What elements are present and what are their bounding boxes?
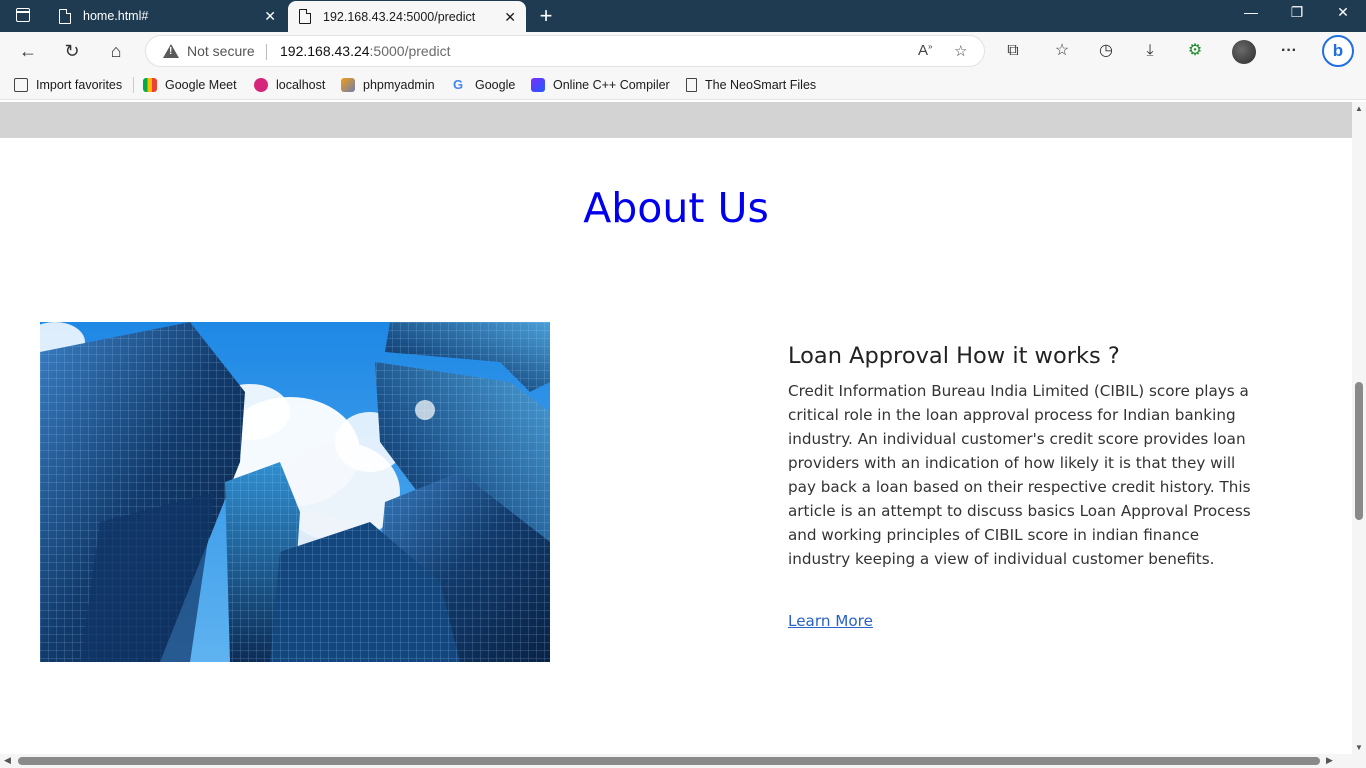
page-icon — [299, 9, 311, 24]
divider — [133, 77, 134, 93]
close-icon[interactable]: ✕ — [264, 8, 276, 25]
refresh-icon[interactable]: ↻ — [60, 40, 84, 62]
bookmark-label: Import favorites — [36, 78, 123, 92]
tab-predict[interactable]: 192.168.43.24:5000/predict ✕ — [288, 1, 526, 32]
phpmyadmin-icon — [341, 78, 355, 92]
bookmark-label: Online C++ Compiler — [553, 78, 670, 92]
divider — [266, 44, 267, 60]
more-menu-icon[interactable]: ··· — [1277, 39, 1301, 63]
bookmark-import-favorites[interactable]: Import favorites — [14, 77, 122, 93]
page-icon — [686, 78, 697, 92]
bookmark-phpmyadmin[interactable]: phpmyadmin — [341, 77, 435, 93]
scrollbar-thumb[interactable] — [1355, 382, 1363, 520]
warning-icon[interactable] — [163, 44, 179, 58]
bookmark-localhost[interactable]: localhost — [254, 77, 325, 93]
address-bar[interactable]: Not secure 192.168.43.24:5000/predict A»… — [145, 35, 985, 67]
tab-home[interactable]: home.html# ✕ — [48, 0, 286, 32]
home-icon[interactable]: ⌂ — [104, 40, 128, 62]
url-text[interactable]: 192.168.43.24:5000/predict — [280, 43, 450, 59]
bookmarks-bar: Import favorites Google Meet localhost p… — [0, 70, 1366, 100]
read-aloud-icon[interactable]: A» — [918, 42, 932, 59]
downloads-icon[interactable]: ⤓ — [1138, 39, 1162, 63]
google-meet-icon — [143, 78, 157, 92]
performance-icon[interactable]: ⚙ — [1183, 39, 1207, 63]
scroll-left-icon[interactable]: ◀ — [4, 755, 11, 766]
favorites-icon[interactable]: ☆ — [1050, 39, 1074, 63]
scroll-right-icon[interactable]: ▶ — [1326, 755, 1333, 766]
scrollbar-thumb[interactable] — [18, 757, 1320, 765]
import-icon — [14, 78, 28, 92]
url-host: 192.168.43.24 — [280, 43, 370, 59]
avatar[interactable] — [1232, 40, 1256, 64]
close-window-button[interactable]: ✕ — [1328, 4, 1358, 21]
header-strip — [0, 102, 1352, 138]
wamp-icon — [254, 78, 268, 92]
page-content: About Us Loan Approval How it works ? Cr… — [0, 102, 1352, 754]
section-heading: Loan Approval How it works ? — [788, 343, 1120, 369]
extensions-icon[interactable]: ⧉ — [1001, 39, 1025, 63]
section-description: Credit Information Bureau India Limited … — [788, 382, 1251, 568]
add-favorite-icon[interactable]: ☆ — [954, 42, 967, 60]
tab-actions-icon[interactable] — [10, 6, 38, 26]
bookmark-neosmart-files[interactable]: The NeoSmart Files — [686, 77, 816, 93]
vertical-scrollbar[interactable]: ▲ ▼ — [1352, 102, 1366, 754]
bookmark-label: phpmyadmin — [363, 78, 435, 92]
security-status[interactable]: Not secure — [187, 43, 255, 59]
bookmark-label: The NeoSmart Files — [705, 78, 817, 92]
bookmark-label: Google — [475, 78, 516, 92]
skyscrapers-image — [40, 322, 550, 662]
back-icon[interactable]: ← — [16, 40, 40, 62]
url-path: :5000/predict — [369, 43, 451, 59]
restore-button[interactable]: ❐ — [1282, 4, 1312, 21]
scroll-down-icon[interactable]: ▼ — [1355, 743, 1363, 752]
bookmark-label: Google Meet — [165, 78, 237, 92]
scroll-up-icon[interactable]: ▲ — [1355, 104, 1363, 113]
compiler-icon — [531, 78, 545, 92]
horizontal-scrollbar[interactable]: ◀ ▶ — [0, 754, 1366, 768]
browser-titlebar: home.html# ✕ 192.168.43.24:5000/predict … — [0, 0, 1366, 32]
learn-more-link[interactable]: Learn More — [788, 612, 873, 630]
bookmark-google-meet[interactable]: Google Meet — [143, 77, 237, 93]
bing-chat-icon[interactable]: b — [1322, 35, 1354, 67]
bookmark-label: localhost — [276, 78, 326, 92]
close-icon[interactable]: ✕ — [504, 9, 516, 26]
new-tab-icon[interactable]: + — [536, 3, 556, 29]
minimize-button[interactable]: — — [1236, 4, 1266, 20]
bookmark-google[interactable]: G Google — [453, 77, 515, 93]
page-title: About Us — [583, 184, 769, 232]
google-icon: G — [453, 77, 464, 92]
history-icon[interactable]: ◷ — [1094, 39, 1118, 63]
page-icon — [59, 8, 71, 24]
tab-label: home.html# — [83, 9, 149, 23]
bookmark-online-cpp-compiler[interactable]: Online C++ Compiler — [531, 77, 670, 93]
tab-label: 192.168.43.24:5000/predict — [323, 9, 476, 24]
